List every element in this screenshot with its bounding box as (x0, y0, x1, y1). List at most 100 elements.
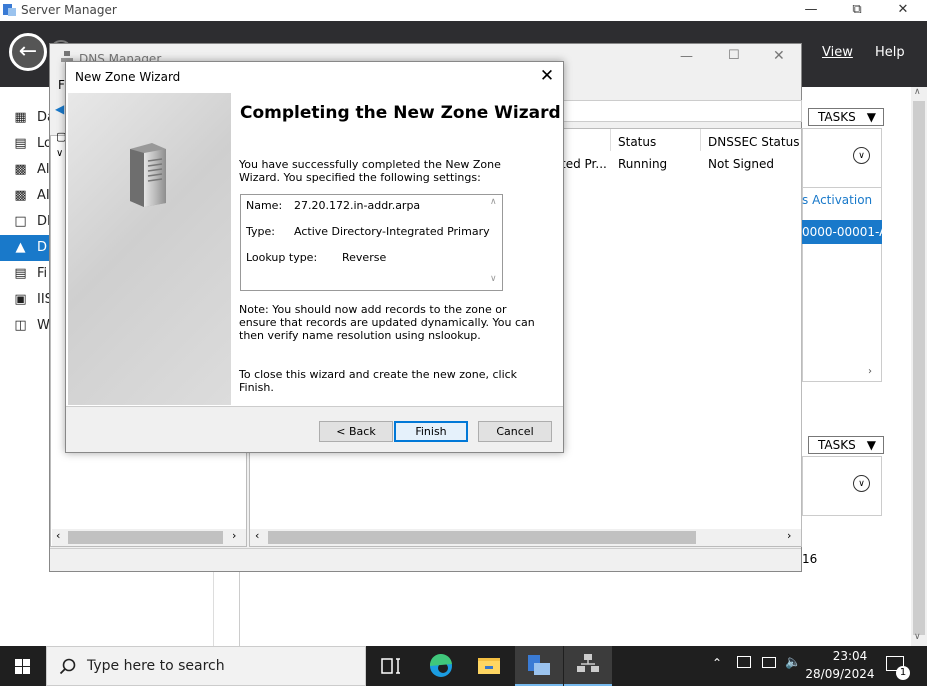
zone-status-cell[interactable]: Running (618, 157, 667, 171)
scrollbar-thumb[interactable] (68, 531, 223, 544)
close-button[interactable]: ✕ (880, 0, 926, 21)
dashboard-icon: ▦ (14, 110, 27, 125)
menu-help[interactable]: Help (875, 45, 905, 60)
expand-circle-icon[interactable]: ∨ (853, 475, 870, 492)
servers-panel (802, 128, 882, 382)
sidebar-item-label: W (37, 318, 50, 333)
setting-type-label: Type: (246, 225, 275, 238)
wizard-description: You have successfully completed the New … (239, 158, 501, 184)
tree-hscrollbar[interactable]: ‹ › (52, 529, 246, 546)
dns-maximize-button[interactable]: ☐ (728, 48, 740, 63)
dns-menu-file[interactable]: F (58, 78, 65, 92)
menu-view[interactable]: View (822, 45, 853, 60)
wizard-side-panel (68, 93, 231, 405)
tasks-button-top[interactable]: TASKS ▼ (808, 108, 884, 126)
server-manager-icon (3, 4, 16, 16)
task-view-icon[interactable] (367, 646, 415, 686)
sidebar-item-label: D (37, 240, 48, 255)
sidebar-item-label: AI (37, 188, 50, 203)
dns-close-button[interactable]: ✕ (773, 48, 785, 64)
setting-name-value: 27.20.172.in-addr.arpa (294, 199, 421, 212)
tree-expand-icon[interactable]: ∨ (56, 148, 63, 159)
wizard-close-instructions: To close this wizard and create the new … (239, 368, 518, 394)
wsus-icon: ◫ (14, 318, 27, 333)
edge-browser-icon[interactable] (417, 646, 465, 686)
setting-type-value: Active Directory-Integrated Primary (294, 225, 490, 238)
search-placeholder: Type here to search (87, 658, 225, 674)
taskbar-search[interactable]: Type here to search (46, 646, 366, 686)
scroll-up-arrow[interactable]: ∧ (490, 197, 497, 207)
dns-icon: ▲ (15, 240, 26, 255)
sidebar-item-label: Al (37, 162, 50, 177)
setting-lookup-label: Lookup type: (246, 251, 318, 264)
dns-minimize-button[interactable]: — (680, 49, 693, 64)
finish-button[interactable]: Finish (394, 421, 468, 442)
column-dnssec-status[interactable]: DNSSEC Status (708, 135, 799, 149)
local-server-icon: ▤ (14, 136, 27, 151)
setting-name-label: Name: (246, 199, 283, 212)
notification-badge: 1 (896, 666, 910, 680)
ad-ds-icon: ▩ (14, 188, 27, 203)
column-divider (700, 129, 701, 151)
column-status[interactable]: Status (618, 135, 656, 149)
list-hscrollbar[interactable]: ‹ › (250, 529, 801, 546)
scroll-right-arrow[interactable]: › (787, 529, 791, 542)
clock-time[interactable]: 23:04 (820, 649, 880, 663)
windows-start-icon[interactable] (0, 646, 46, 686)
server-manager-taskbar-icon[interactable] (515, 646, 563, 686)
tasks-label: TASKS (818, 438, 856, 452)
status-bar (50, 548, 801, 571)
close-icon[interactable]: ✕ (534, 65, 560, 87)
scroll-left-arrow[interactable]: ‹ (56, 529, 60, 542)
volume-muted-icon[interactable]: 🔈 (785, 655, 801, 670)
window-title: Server Manager (21, 3, 117, 17)
network-icon[interactable] (762, 657, 776, 668)
dns-manager-taskbar-icon[interactable] (564, 646, 612, 686)
cancel-button[interactable]: Cancel (478, 421, 552, 442)
new-zone-wizard-dialog: New Zone Wizard ✕ Completing the New Zon… (65, 61, 564, 453)
file-explorer-icon[interactable] (465, 646, 513, 686)
divider (66, 406, 563, 407)
sidebar-item-label: Fi (37, 266, 48, 281)
wizard-heading: Completing the New Zone Wizard (240, 103, 561, 123)
wizard-note: Note: You should now add records to the … (239, 303, 535, 342)
selected-row[interactable]: 0000-00001-AA (802, 220, 882, 244)
settings-summary-box[interactable]: Name: 27.20.172.in-addr.arpa Type: Activ… (240, 194, 503, 291)
scroll-down-arrow[interactable]: ∨ (914, 632, 921, 642)
back-button[interactable]: ← (9, 33, 47, 71)
back-button[interactable]: < Back (319, 421, 393, 442)
column-divider (610, 129, 611, 151)
iis-icon: ▣ (14, 292, 27, 307)
scroll-right-arrow[interactable]: › (868, 366, 872, 377)
file-services-icon: ▤ (14, 266, 27, 281)
setting-lookup-value: Reverse (342, 251, 387, 264)
scroll-up-arrow[interactable]: ∧ (914, 87, 921, 97)
notification-device-icon[interactable] (737, 656, 751, 668)
all-servers-icon: ▩ (14, 162, 27, 177)
wizard-body: Completing the New Zone Wizard You have … (66, 91, 563, 406)
server-icon (130, 143, 166, 207)
chevron-down-icon: ▼ (866, 438, 876, 452)
activation-link[interactable]: s Activation (802, 193, 872, 207)
tasks-button-bottom[interactable]: TASKS ▼ (808, 436, 884, 454)
partial-number: 16 (802, 552, 818, 566)
maximize-button[interactable]: ⧉ (834, 0, 880, 21)
wizard-title: New Zone Wizard (75, 70, 181, 84)
clock-date[interactable]: 28/09/2024 (805, 667, 875, 681)
expand-circle-icon[interactable]: ∨ (853, 147, 870, 164)
scrollbar-thumb[interactable] (268, 531, 696, 544)
zone-type-cell[interactable]: ted Pr... (561, 157, 607, 171)
events-panel (802, 456, 882, 516)
scroll-down-arrow[interactable]: ∨ (490, 274, 497, 284)
scrollbar-thumb[interactable] (913, 101, 925, 635)
chevron-down-icon: ▼ (866, 110, 876, 124)
scroll-left-arrow[interactable]: ‹ (255, 529, 259, 542)
scroll-right-arrow[interactable]: › (232, 529, 236, 542)
search-icon (59, 658, 76, 675)
minimize-button[interactable]: — (788, 0, 834, 21)
chevron-up-icon[interactable]: ⌃ (712, 656, 722, 670)
back-arrow-icon[interactable]: ◀ (55, 102, 64, 116)
settings-scrollbar[interactable]: ∧ ∨ (486, 196, 502, 289)
dhcp-icon: □ (14, 214, 27, 229)
zone-dnssec-cell[interactable]: Not Signed (708, 157, 774, 171)
